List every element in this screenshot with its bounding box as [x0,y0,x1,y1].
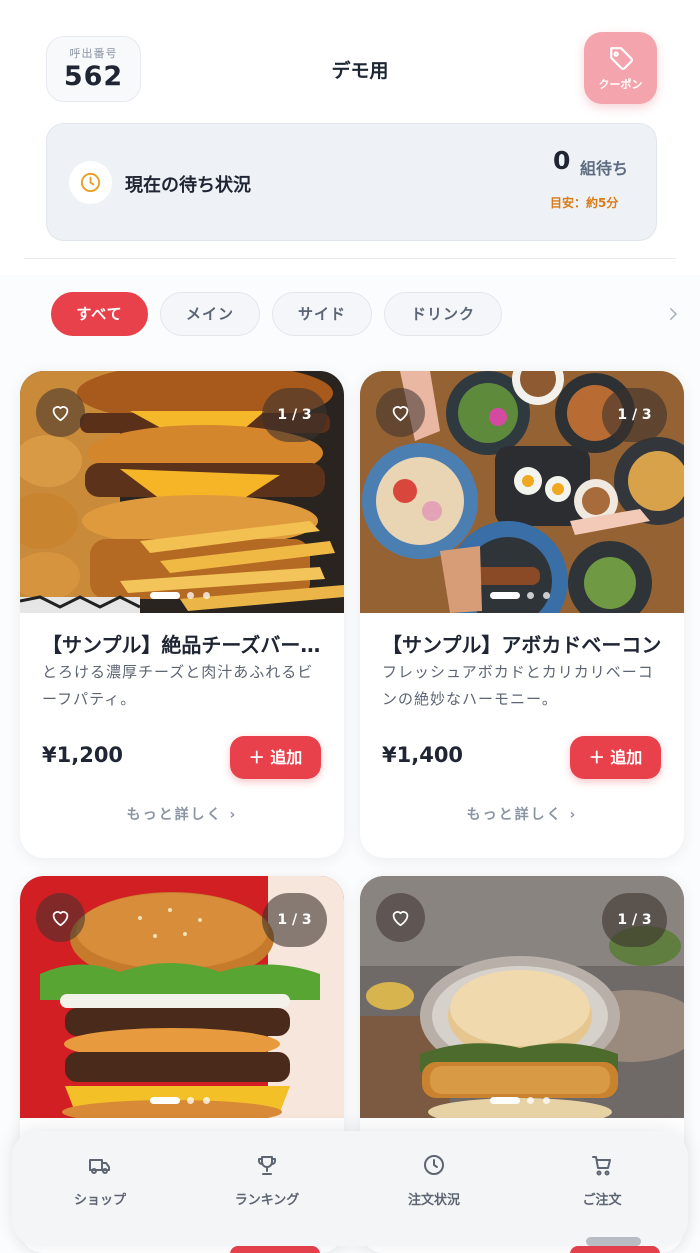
chevron-right-icon[interactable] [664,305,682,323]
tab-drink[interactable]: ドリンク [384,292,502,336]
wait-clock-badge [69,161,112,204]
carousel-dot-active[interactable] [150,1097,180,1104]
carousel-dot[interactable] [187,1097,194,1104]
tab-all[interactable]: すべて [51,292,148,336]
product-price: ¥1,400 [382,743,464,767]
wait-count: 0 [553,146,571,175]
store-title: デモ用 [331,60,389,82]
clock-icon [80,172,101,193]
heart-icon [52,406,69,422]
product-price: ¥1,200 [42,743,124,767]
nav-label: ランキング [234,1193,300,1208]
coupon-button[interactable]: クーポン [584,32,657,104]
nav-item-shop[interactable]: ショップ [40,1149,160,1208]
carousel-dot[interactable] [527,592,534,599]
favorite-button[interactable] [376,893,425,942]
favorite-button[interactable] [376,388,425,437]
more-details-link[interactable]: もっと詳しく › [100,804,264,824]
carousel-dots[interactable] [490,592,560,600]
carousel-dot[interactable] [543,592,550,599]
nav-label: ショップ [73,1193,126,1208]
more-details-link[interactable]: もっと詳しく › [440,804,604,824]
heart-icon [52,911,69,927]
nav-label: 注文状況 [407,1193,460,1208]
bottom-navigation: ショップ ランキング 注文状況 ご注文 [12,1131,688,1246]
add-to-cart-button-partial[interactable] [570,1246,660,1253]
image-counter: 1 / 3 [602,388,667,442]
carousel-dot[interactable] [187,592,194,599]
carousel-dot-active[interactable] [490,1097,520,1104]
wait-estimate: 目安：約5分 [550,196,619,210]
add-to-cart-button[interactable]: ＋ 追加 [230,736,321,779]
clock-icon [424,1155,444,1175]
product-card[interactable]: 1 / 3 【サンプル】絶品チーズバーガー とろける濃厚チーズと肉汁あふれるビー… [20,371,344,858]
home-indicator [586,1237,641,1246]
nav-item-order-status[interactable]: 注文状況 [374,1149,494,1208]
add-to-cart-button[interactable]: ＋ 追加 [570,736,661,779]
product-card[interactable]: 1 / 3 【サンプル】アボカドベーコン フレッシュアボカドとカリカリベーコンの… [360,371,684,858]
image-counter: 1 / 3 [602,893,667,947]
category-tabs: すべて メイン サイド ドリンク [0,275,700,351]
product-name: 【サンプル】絶品チーズバーガー [42,633,332,657]
carousel-dots[interactable] [490,1097,560,1105]
product-description: とろける濃厚チーズと肉汁あふれるビーフパティ。 [42,663,314,708]
add-to-cart-button-partial[interactable] [230,1246,320,1253]
carousel-dot[interactable] [543,1097,550,1104]
image-counter: 1 / 3 [262,893,327,947]
heart-icon [392,911,409,927]
product-image[interactable]: 1 / 3 [20,371,344,613]
call-number: 562 [63,61,124,92]
carousel-dots[interactable] [150,592,220,600]
carousel-dots[interactable] [150,1097,220,1105]
wait-status-card: 現在の待ち状況 0 組待ち 目安：約5分 [46,123,657,241]
nav-item-cart[interactable]: ご注文 [542,1149,662,1208]
favorite-button[interactable] [36,893,85,942]
product-image[interactable]: 1 / 3 [360,371,684,613]
carousel-dot-active[interactable] [150,592,180,599]
product-name: 【サンプル】アボカドベーコン [382,633,662,657]
carousel-dot-active[interactable] [490,592,520,599]
call-number-box: 呼出番号 562 [46,36,141,102]
image-counter: 1 / 3 [262,388,327,442]
carousel-dot[interactable] [203,592,210,599]
tag-icon [609,47,633,70]
trophy-icon [258,1156,276,1175]
heart-icon [392,406,409,422]
tab-side[interactable]: サイド [272,292,372,336]
coupon-label: クーポン [598,78,643,91]
product-image[interactable]: 1 / 3 [360,876,684,1118]
product-image[interactable]: 1 / 3 [20,876,344,1118]
nav-item-ranking[interactable]: ランキング [207,1149,327,1208]
truck-icon [89,1159,110,1174]
tab-main[interactable]: メイン [160,292,260,336]
nav-label: ご注文 [582,1193,622,1208]
wait-status-title: 現在の待ち状況 [125,175,251,196]
favorite-button[interactable] [36,388,85,437]
call-number-label: 呼出番号 [69,47,118,60]
header-divider [24,258,676,259]
carousel-dot[interactable] [527,1097,534,1104]
header: 呼出番号 562 デモ用 クーポン 現在の待ち状況 0 組待ち 目安：約5分 [0,0,700,275]
carousel-dot[interactable] [203,1097,210,1104]
product-description: フレッシュアボカドとカリカリベーコンの絶妙なハーモニー。 [382,663,654,708]
cart-icon [592,1156,611,1176]
wait-count-unit: 組待ち [580,159,629,178]
